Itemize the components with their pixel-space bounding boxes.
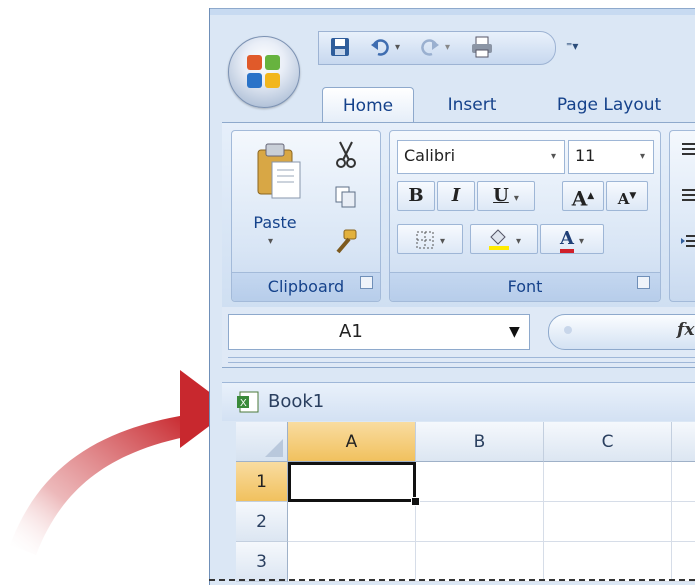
clipboard-launcher-icon[interactable] xyxy=(360,276,373,289)
shrink-font-button[interactable]: A▼ xyxy=(606,181,648,211)
font-launcher-icon[interactable] xyxy=(637,276,650,289)
pill-dot-icon xyxy=(564,326,572,334)
cell-b2[interactable] xyxy=(416,502,544,542)
chevron-down-icon: ▾ xyxy=(639,151,645,162)
column-header-b[interactable]: B xyxy=(416,422,544,462)
copy-icon[interactable] xyxy=(334,185,358,209)
cropped-edge xyxy=(209,579,695,581)
align-top-icon[interactable] xyxy=(680,140,695,160)
indent-icon[interactable] xyxy=(680,232,695,252)
chevron-down-icon[interactable]: ▼ xyxy=(509,315,520,349)
grow-font-label: A xyxy=(571,186,588,211)
select-all-button[interactable] xyxy=(236,422,288,462)
chevron-down-icon: ▾ xyxy=(513,193,519,204)
paste-dropdown-icon[interactable]: ▾ xyxy=(268,236,273,247)
grow-font-button[interactable]: A▲ xyxy=(562,181,604,211)
chevron-down-icon: ▾ xyxy=(579,236,585,247)
save-icon[interactable] xyxy=(330,37,350,57)
font-name-value: Calibri xyxy=(404,146,456,165)
row-header-3[interactable]: 3 xyxy=(236,542,288,582)
workbook-title-bar: X Book1 xyxy=(222,382,695,421)
tab-insert[interactable]: Insert xyxy=(426,87,518,123)
excel-workbook-icon: X xyxy=(237,391,259,413)
underline-label: U xyxy=(493,185,509,206)
formula-divider xyxy=(228,357,695,363)
italic-button[interactable]: I xyxy=(437,181,475,211)
font-name-dropdown[interactable]: Calibri ▾ xyxy=(397,140,565,174)
callout-arrow-icon xyxy=(10,370,230,555)
borders-button[interactable]: ▾ xyxy=(397,224,463,254)
name-box[interactable]: A1 ▼ xyxy=(228,314,530,350)
column-header-c[interactable]: C xyxy=(544,422,672,462)
cut-icon[interactable] xyxy=(334,140,358,170)
cell-c1[interactable] xyxy=(544,462,672,502)
cell-d2[interactable] xyxy=(672,502,695,542)
column-header-a[interactable]: A xyxy=(288,422,416,462)
font-size-dropdown[interactable]: 11 ▾ xyxy=(568,140,654,174)
column-header-next[interactable] xyxy=(672,422,695,462)
cell-b3[interactable] xyxy=(416,542,544,582)
svg-text:X: X xyxy=(240,398,247,409)
font-size-value: 11 xyxy=(575,146,596,165)
cell-b1[interactable] xyxy=(416,462,544,502)
cell-d3[interactable] xyxy=(672,542,695,582)
window-top-edge xyxy=(210,8,695,15)
row-header-1[interactable]: 1 xyxy=(236,462,288,502)
active-cell-outline[interactable] xyxy=(288,462,416,502)
chevron-down-icon: ▾ xyxy=(440,236,446,247)
fill-handle[interactable] xyxy=(411,497,420,506)
format-painter-icon[interactable] xyxy=(332,228,360,256)
cell-a3[interactable] xyxy=(288,542,416,582)
bold-button[interactable]: B xyxy=(397,181,435,211)
cell-c3[interactable] xyxy=(544,542,672,582)
shrink-font-label: A xyxy=(617,190,630,208)
fill-bucket-icon xyxy=(488,228,509,250)
chevron-down-icon: ▾ xyxy=(550,151,556,162)
row-header-2[interactable]: 2 xyxy=(236,502,288,542)
paste-icon[interactable] xyxy=(254,140,304,202)
underline-button[interactable]: U ▾ xyxy=(477,181,535,211)
print-icon[interactable] xyxy=(470,35,494,59)
align-left-icon[interactable] xyxy=(680,186,695,206)
redo-dropdown-icon[interactable]: ▾ xyxy=(445,42,450,53)
undo-dropdown-icon[interactable]: ▾ xyxy=(395,42,400,53)
paste-label[interactable]: Paste xyxy=(240,213,310,232)
undo-icon[interactable] xyxy=(370,37,390,57)
font-color-label: A xyxy=(559,228,574,253)
borders-icon xyxy=(416,231,434,248)
fx-label: fx xyxy=(677,320,695,340)
cell-a2[interactable] xyxy=(288,502,416,542)
office-logo-icon xyxy=(247,55,280,88)
redo-icon[interactable] xyxy=(420,37,440,57)
tab-page-layout[interactable]: Page Layout xyxy=(534,87,684,123)
chevron-down-icon: ▾ xyxy=(516,236,522,247)
clipboard-group-label: Clipboard xyxy=(232,272,380,301)
tab-home[interactable]: Home xyxy=(322,87,414,124)
workbook-title: Book1 xyxy=(268,391,325,412)
office-button[interactable] xyxy=(228,36,300,108)
name-box-value: A1 xyxy=(339,321,363,342)
customize-toolbar-icon[interactable]: ⁼▾ xyxy=(566,39,578,53)
fill-color-button[interactable]: ▾ xyxy=(470,224,538,254)
cell-d1[interactable] xyxy=(672,462,695,502)
font-group-label: Font xyxy=(390,272,660,301)
cell-c2[interactable] xyxy=(544,502,672,542)
font-color-button[interactable]: A ▾ xyxy=(540,224,604,254)
insert-function-button[interactable]: fx xyxy=(548,314,695,350)
